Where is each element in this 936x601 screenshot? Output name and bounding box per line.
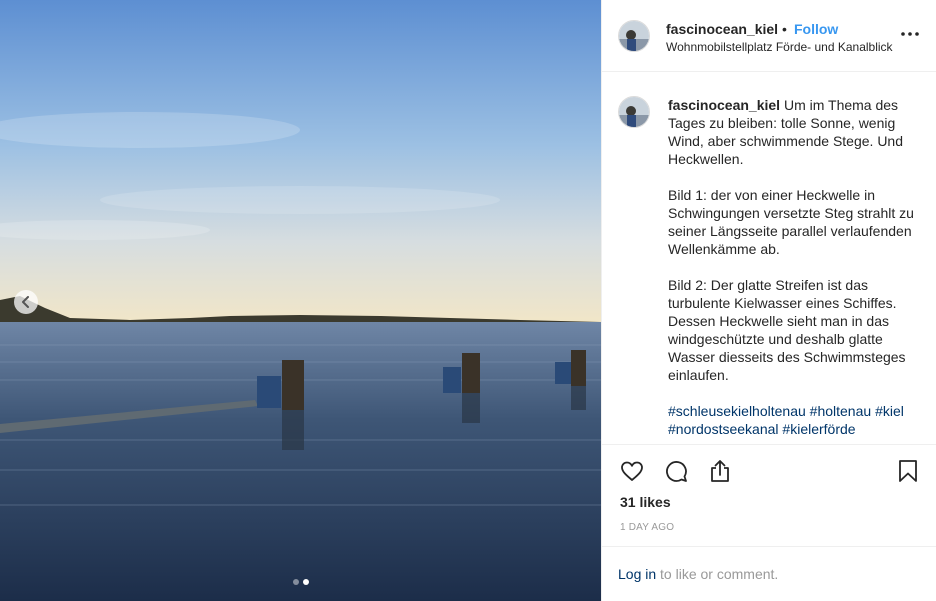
caption-username[interactable]: fascinocean_kiel: [668, 97, 780, 113]
carousel-prev-button[interactable]: [14, 290, 38, 314]
hashtags: #schleusekielholtenau #holtenau #kiel #n…: [668, 402, 920, 438]
post-side-panel: fascinocean_kiel • Follow Wohnmobilstell…: [601, 0, 936, 601]
hashtag-link[interactable]: #schleusekielholtenau: [668, 403, 806, 419]
more-options-button[interactable]: [898, 26, 922, 42]
likes-count[interactable]: 31 likes: [620, 494, 671, 510]
hashtag-link[interactable]: #kiel: [875, 403, 904, 419]
action-bar: [602, 444, 936, 496]
caption-avatar[interactable]: [618, 96, 650, 128]
avatar-image: [619, 97, 649, 127]
comment-icon: [666, 461, 687, 482]
carousel-indicator: [0, 579, 601, 585]
bookmark-icon: [899, 460, 917, 482]
post-timestamp[interactable]: 1 DAY AGO: [620, 522, 674, 533]
username-link[interactable]: fascinocean_kiel: [666, 21, 778, 37]
avatar[interactable]: [618, 20, 650, 52]
login-link[interactable]: Log in: [618, 566, 656, 582]
share-icon: [711, 460, 729, 482]
avatar-image: [619, 21, 649, 51]
hashtag-link[interactable]: #holtenau: [810, 403, 872, 419]
like-button[interactable]: [618, 457, 646, 485]
more-options-icon: [901, 32, 919, 36]
follow-button[interactable]: Follow: [794, 21, 838, 37]
chevron-left-icon: [22, 296, 29, 308]
carousel-dot: [292, 579, 299, 585]
photo-scene: [0, 0, 601, 601]
caption-paragraph: Bild 1: der von einer Heckwelle in Schwi…: [668, 187, 914, 257]
post-photo[interactable]: [0, 0, 601, 601]
login-prompt-text: to like or comment.: [656, 566, 779, 582]
login-prompt: Log in to like or comment.: [618, 566, 778, 582]
hashtag-link[interactable]: #kielerförde: [782, 421, 855, 437]
hashtag-link[interactable]: #nordostseekanal: [668, 421, 779, 437]
share-button[interactable]: [706, 457, 734, 485]
save-button[interactable]: [894, 457, 922, 485]
comments-section[interactable]: fascinocean_kiel Um im Thema des Tages z…: [602, 72, 936, 444]
header-separator: •: [782, 21, 787, 37]
login-footer: Log in to like or comment.: [602, 546, 936, 601]
heart-icon: [621, 461, 643, 481]
location-link[interactable]: Wohnmobilstellplatz Förde- und Kanalblic…: [666, 40, 893, 54]
post-header: fascinocean_kiel • Follow Wohnmobilstell…: [602, 0, 936, 72]
comment-button[interactable]: [662, 457, 690, 485]
carousel-dot-active: [302, 579, 309, 585]
caption-paragraph: Bild 2: Der glatte Streifen ist das turb…: [668, 277, 906, 383]
post-caption: fascinocean_kiel Um im Thema des Tages z…: [668, 96, 920, 444]
